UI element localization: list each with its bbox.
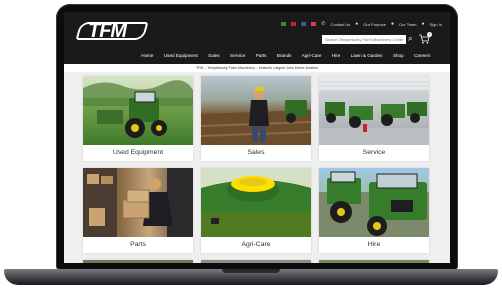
tile-label: Used Equipment [112,149,164,156]
phone-icon: ✆ [321,21,326,27]
tile-partial[interactable] [319,260,429,263]
nav-careers[interactable]: Careers [409,53,436,58]
tile-label: Sales [247,149,265,156]
nav-sales[interactable]: Sales [203,53,225,58]
logo-text: TFM [88,20,127,42]
nav-lawn-garden[interactable]: Lawn & Garden [345,53,387,58]
sign-in-link[interactable]: Sign In [430,22,442,27]
nav-hire[interactable]: Hire [327,53,346,58]
search-input[interactable] [322,35,406,44]
flag-uk-icon[interactable] [291,22,297,26]
tile-partial[interactable] [83,260,193,263]
breadcrumb: TFM – Templetuohy Farm Machinery – Irela… [195,66,319,70]
tile-partial[interactable] [201,260,311,263]
team-icon: ● [390,21,395,27]
contact-us-link[interactable]: Contact Us [330,22,350,27]
hire-tractor-graphic [319,171,429,237]
tile-label: Service [362,149,386,156]
browser-screen: TFM ✆ Contact Us ● Our Purpose ● Our Tea… [64,12,450,263]
info-icon: ● [355,21,359,27]
salesman-field-photo [201,76,311,145]
instagram-icon[interactable] [311,22,317,26]
tfm-logo[interactable]: TFM [82,20,148,42]
tile-hire[interactable]: Hire [319,168,429,253]
workshop-graphic [319,76,429,145]
gps-receiver-photo [201,168,311,237]
tile-parts[interactable]: Parts [83,168,193,253]
nav-shop[interactable]: Shop [388,53,409,58]
salesman-graphic [201,87,311,145]
gps-receiver-graphic [201,168,311,237]
tile-partial-photo [83,260,193,263]
site-header: TFM ✆ Contact Us ● Our Purpose ● Our Tea… [64,12,450,64]
cart-count-badge: 0 [427,32,432,37]
our-purpose-link[interactable]: Our Purpose [363,22,386,27]
nav-brands[interactable]: Brands [272,53,297,58]
laptop-notch [222,269,280,273]
tile-used-equipment[interactable]: Used Equipment [83,76,193,161]
our-team-link[interactable]: Our Team [399,22,417,27]
tractor-graphic [83,76,193,138]
user-icon: ● [421,21,425,27]
tractor-yard-photo [319,168,429,237]
tile-label: Parts [130,241,146,248]
facebook-icon[interactable] [301,22,307,26]
tile-label: Agri-Care [241,241,271,248]
tile-sales[interactable]: Sales [201,76,311,161]
tile-partial-photo [319,260,429,263]
nav-home[interactable]: Home [136,53,159,58]
nav-used-equipment[interactable]: Used Equipment [159,53,203,58]
search-icon[interactable]: ⌕ [408,34,412,44]
flag-ie-icon[interactable] [281,22,287,26]
nav-service[interactable]: Service [225,53,251,58]
tile-agri-care[interactable]: Agri-Care [201,168,311,253]
tile-partial-photo [201,260,311,263]
tractor-field-photo [83,76,193,145]
tile-service[interactable]: Service [319,76,429,161]
utility-bar: ✆ Contact Us ● Our Purpose ● Our Team ● … [281,20,442,28]
nav-agri-care[interactable]: Agri-Care [297,53,327,58]
nav-parts[interactable]: Parts [251,53,272,58]
tile-label: Hire [367,241,381,248]
parts-boxes-photo [83,168,193,237]
main-nav: Home Used Equipment Sales Service Parts … [136,53,436,58]
parts-graphic [83,168,193,237]
workshop-photo [319,76,429,145]
